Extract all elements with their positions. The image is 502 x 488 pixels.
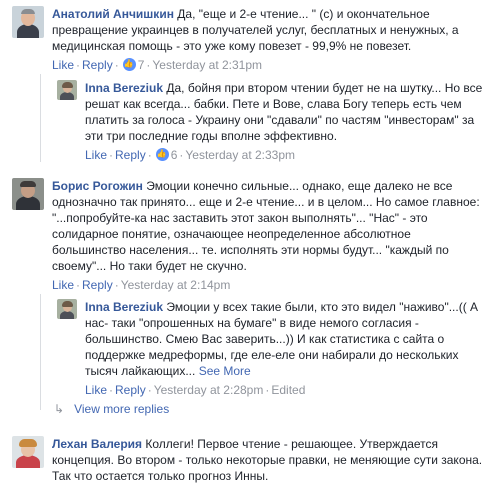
like-button[interactable]: Like [52,278,74,292]
avatar[interactable] [12,6,44,38]
timestamp[interactable]: Yesterday at 2:33pm [185,148,295,162]
reply-button[interactable]: Reply [82,278,113,292]
like-count[interactable]: 7 [138,58,145,72]
view-more-replies[interactable]: ↳ View more replies [54,402,169,416]
reply-button[interactable]: Reply [115,148,146,162]
author-name[interactable]: Inna Bereziuk [85,300,163,314]
reply-thread-line [40,294,41,410]
author-name[interactable]: Inna Bereziuk [85,81,163,95]
edited-label[interactable]: Edited [271,383,305,397]
comment-text: Эмоции конечно сильные... однако, еще да… [52,179,480,273]
like-button[interactable]: Like [85,383,107,397]
comment-3: Лехан Валерия Коллеги! Первое чтение - р… [12,436,494,484]
comment-body: Inna Bereziuk Да, бойня при втором чтени… [85,80,490,163]
like-icon [122,56,136,72]
reply-1: Inna Bereziuk Да, бойня при втором чтени… [57,80,494,163]
avatar[interactable] [57,80,77,100]
like-button[interactable]: Like [52,58,74,72]
comment-actions: Like·Reply·6·Yesterday at 2:33pm [85,146,490,163]
author-name[interactable]: Борис Рогожин [52,179,143,193]
comment-body: Борис Рогожин Эмоции конечно сильные... … [52,178,486,293]
reply-thread-line [40,74,41,162]
comment-1: Анатолий Анчишкин Да, "еще и 2-е чтение.… [12,6,494,73]
reply-arrow-icon: ↳ [54,402,65,416]
comment-actions: Like · Reply · Yesterday at 2:14pm [52,278,231,292]
avatar[interactable] [12,436,44,468]
comment-actions: Like · Reply · Yesterday at 2:28pm · Edited [85,383,306,397]
comment-body: Inna Bereziuk Эмоции у всех такие были, … [85,299,490,398]
comment-actions: Like·Reply·7·Yesterday at 2:31pm [52,56,486,73]
avatar[interactable] [12,178,44,210]
comment-body: Лехан Валерия Коллеги! Первое чтение - р… [52,436,486,484]
like-button[interactable]: Like [85,148,107,162]
like-count[interactable]: 6 [171,148,178,162]
timestamp[interactable]: Yesterday at 2:28pm [154,383,264,397]
view-more-replies-label[interactable]: View more replies [74,402,169,416]
author-name[interactable]: Анатолий Анчишкин [52,7,174,21]
timestamp[interactable]: Yesterday at 2:14pm [121,278,231,292]
reply-2: Inna Bereziuk Эмоции у всех такие были, … [57,299,494,398]
comment-2: Борис Рогожин Эмоции конечно сильные... … [12,178,494,293]
author-name[interactable]: Лехан Валерия [52,437,142,451]
comment-body: Анатолий Анчишкин Да, "еще и 2-е чтение.… [52,6,486,73]
avatar[interactable] [57,299,77,319]
timestamp[interactable]: Yesterday at 2:31pm [152,58,262,72]
reply-button[interactable]: Reply [115,383,146,397]
like-icon [155,146,169,162]
see-more-link[interactable]: See More [199,364,251,378]
reply-button[interactable]: Reply [82,58,113,72]
